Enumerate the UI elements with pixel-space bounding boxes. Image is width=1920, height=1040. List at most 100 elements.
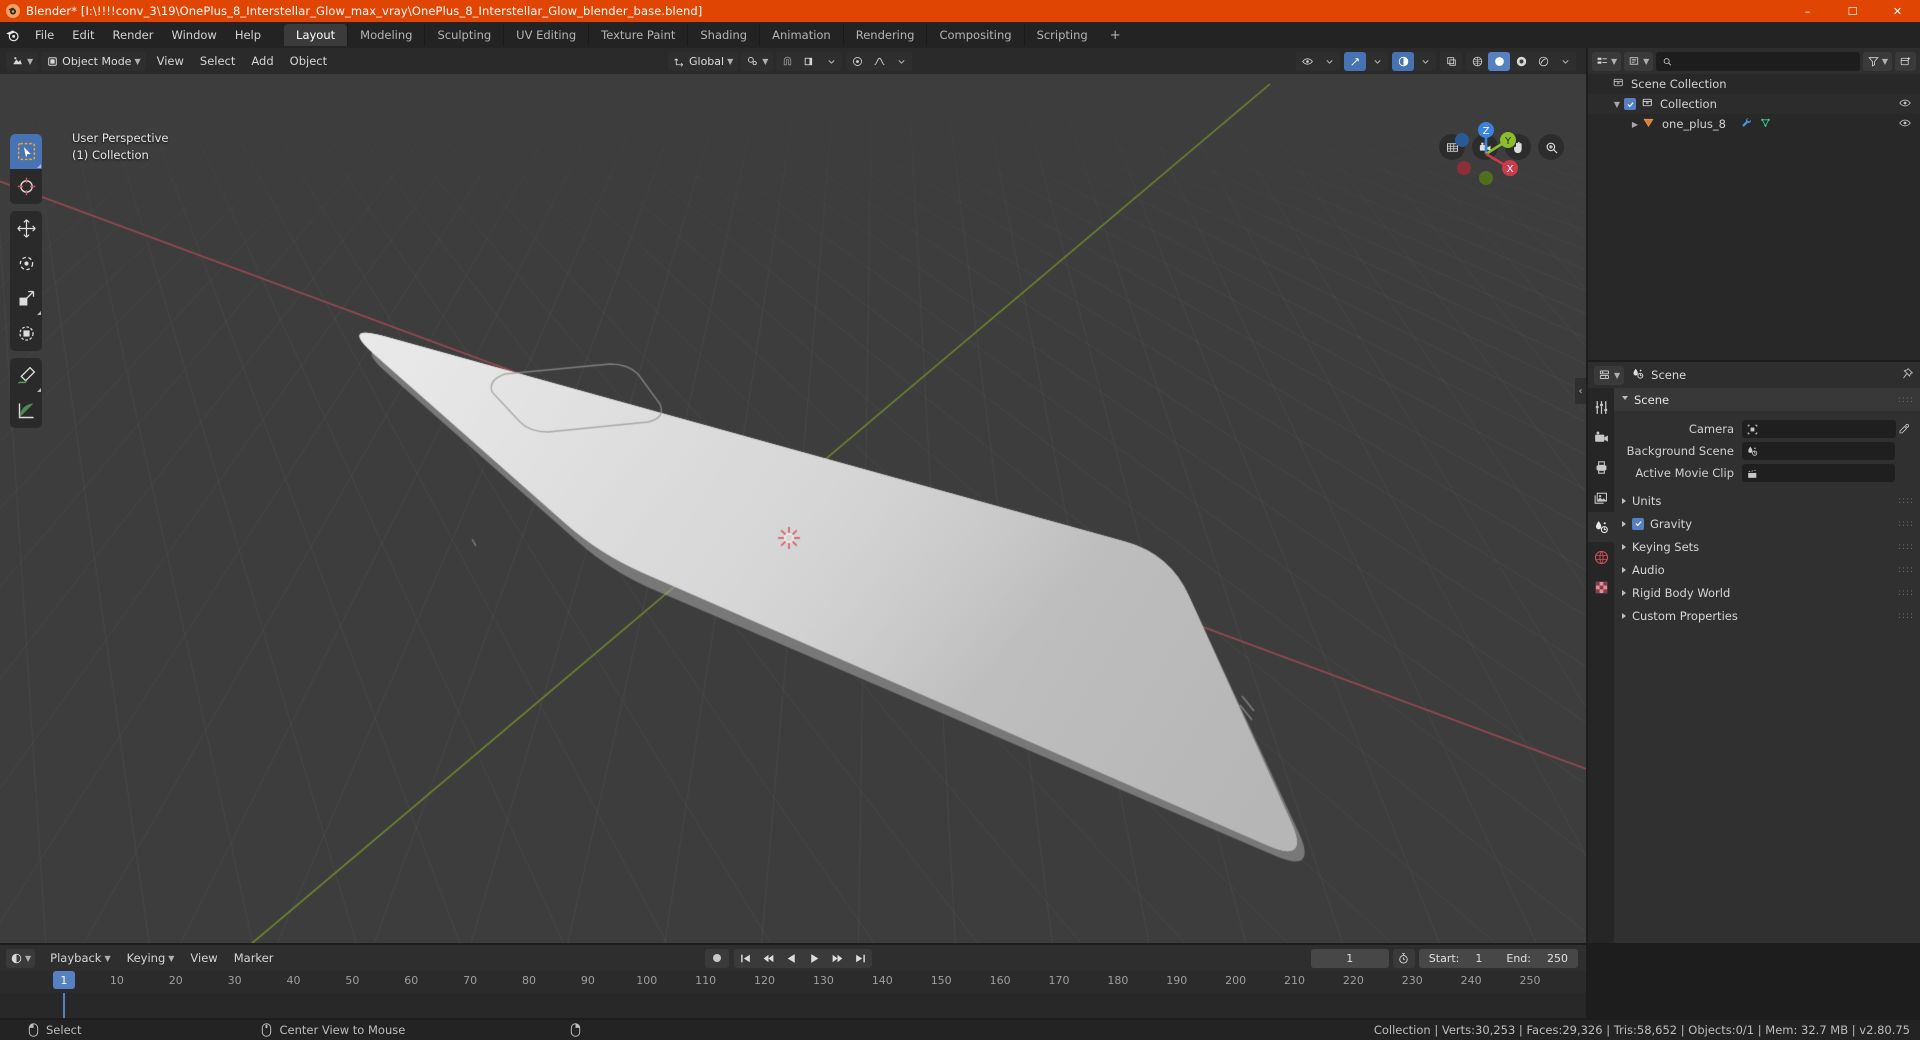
- editor-type-button[interactable]: ▼: [6, 948, 36, 968]
- jump-keyframe-next-icon[interactable]: [826, 949, 849, 968]
- menu-help[interactable]: Help: [226, 25, 270, 45]
- record-icon[interactable]: [705, 948, 729, 968]
- menu-edit[interactable]: Edit: [63, 25, 103, 45]
- blender-menu-icon[interactable]: [0, 22, 26, 48]
- object-types-visibility-icon[interactable]: [1296, 52, 1318, 71]
- proportional-edit-icon[interactable]: [846, 52, 868, 71]
- pin-icon[interactable]: [1900, 366, 1914, 385]
- gravity-checkbox[interactable]: [1632, 517, 1644, 530]
- timeline-track-area[interactable]: [0, 993, 1586, 1018]
- material-preview-shading-icon[interactable]: [1510, 52, 1532, 71]
- panel-keying-sets[interactable]: Keying Sets ::::: [1614, 535, 1920, 558]
- properties-tab-scene[interactable]: [1588, 512, 1614, 542]
- viewport-render[interactable]: [0, 74, 1586, 943]
- xray-icon[interactable]: [1440, 52, 1462, 71]
- stopwatch-icon[interactable]: [1392, 948, 1415, 968]
- object-mode-dropdown[interactable]: Object Mode ▼: [41, 51, 146, 71]
- outliner-row-scene-collection[interactable]: Scene Collection: [1588, 74, 1920, 94]
- chevron-down-icon[interactable]: [890, 52, 912, 71]
- workspace-tab-scripting[interactable]: Scripting: [1023, 24, 1100, 46]
- tool-measure[interactable]: [10, 393, 42, 428]
- timeline-ruler[interactable]: 1 10 20 30 40 50 60 70 80 90 100 110 120 130 140 150 16…: [0, 971, 1586, 993]
- workspace-tab-shading[interactable]: Shading: [687, 24, 759, 46]
- expand-toggle-object[interactable]: ▶: [1628, 120, 1642, 129]
- chevron-down-icon[interactable]: [1366, 52, 1388, 71]
- new-collection-button[interactable]: [1895, 51, 1916, 71]
- rendered-shading-icon[interactable]: [1532, 52, 1554, 71]
- viewport-menu-select[interactable]: Select: [192, 51, 243, 71]
- viewport-sidebar-toggle[interactable]: ‹: [1575, 378, 1586, 404]
- timeline-menu-playback[interactable]: Playback ▼: [43, 948, 117, 968]
- expand-toggle-collection[interactable]: ▼: [1610, 100, 1624, 109]
- play-reverse-icon[interactable]: [780, 949, 803, 968]
- navigation-gizmo[interactable]: Z Y X: [1448, 116, 1524, 192]
- current-frame-field[interactable]: 1: [1310, 948, 1389, 968]
- timeline-menu-marker[interactable]: Marker: [227, 948, 281, 968]
- workspace-tab-rendering[interactable]: Rendering: [842, 24, 927, 46]
- transform-orientation-dropdown[interactable]: Global ▼: [668, 51, 739, 71]
- tool-cursor[interactable]: [10, 169, 42, 204]
- filter-icon[interactable]: ▼: [1862, 51, 1892, 71]
- timeline-menu-view[interactable]: View: [183, 948, 224, 968]
- workspace-tab-sculpting[interactable]: Sculpting: [424, 24, 503, 46]
- collection-checkbox[interactable]: [1624, 98, 1636, 110]
- wireframe-shading-icon[interactable]: [1466, 52, 1488, 71]
- viewport-menu-view[interactable]: View: [149, 51, 192, 71]
- tool-select-box[interactable]: [10, 134, 42, 169]
- workspace-tab-compositing[interactable]: Compositing: [926, 24, 1023, 46]
- modifier-wrench-icon[interactable]: [1740, 116, 1753, 132]
- timeline-menu-keying[interactable]: Keying ▼: [120, 948, 182, 968]
- jump-keyframe-prev-icon[interactable]: [757, 949, 780, 968]
- outliner-search-input[interactable]: [1676, 54, 1854, 68]
- jump-to-start-icon[interactable]: [734, 949, 757, 968]
- close-button[interactable]: ✕: [1875, 0, 1920, 22]
- panel-audio[interactable]: Audio ::::: [1614, 558, 1920, 581]
- visibility-eye-icon[interactable]: [1898, 96, 1912, 113]
- tool-annotate[interactable]: [10, 358, 42, 393]
- panel-units[interactable]: Units ::::: [1614, 489, 1920, 512]
- chevron-down-icon[interactable]: [820, 52, 842, 71]
- solid-shading-icon[interactable]: [1488, 51, 1510, 71]
- menu-window[interactable]: Window: [162, 25, 225, 45]
- add-workspace-button[interactable]: +: [1100, 26, 1131, 45]
- viewport-menu-object[interactable]: Object: [282, 51, 335, 71]
- eyedropper-icon[interactable]: [1896, 423, 1912, 435]
- play-icon[interactable]: [803, 949, 826, 968]
- minimize-button[interactable]: –: [1785, 0, 1830, 22]
- tool-transform[interactable]: [10, 316, 42, 351]
- panel-rigid-body-world[interactable]: Rigid Body World ::::: [1614, 581, 1920, 604]
- workspace-tab-animation[interactable]: Animation: [759, 24, 843, 46]
- smooth-falloff-icon[interactable]: [868, 52, 890, 71]
- editor-type-button[interactable]: ▼: [1592, 51, 1622, 71]
- tool-move[interactable]: [10, 211, 42, 246]
- magnet-icon[interactable]: [776, 52, 798, 71]
- workspace-tab-layout[interactable]: Layout: [284, 24, 348, 46]
- properties-tab-render[interactable]: [1588, 422, 1614, 452]
- display-mode-dropdown[interactable]: ▼: [1624, 51, 1654, 71]
- 3d-viewport[interactable]: ▼ Object Mode ▼ View Select Add Object G…: [0, 48, 1586, 943]
- snap-target-dropdown[interactable]: ▼: [741, 51, 774, 71]
- jump-to-end-icon[interactable]: [849, 949, 872, 968]
- chevron-down-icon[interactable]: [1318, 52, 1340, 71]
- panel-gravity[interactable]: Gravity ::::: [1614, 512, 1920, 535]
- playhead[interactable]: 1: [52, 971, 75, 989]
- properties-tab-output[interactable]: [1588, 452, 1614, 482]
- mesh-data-icon[interactable]: [1759, 116, 1772, 132]
- overlays-icon[interactable]: [1392, 51, 1414, 71]
- workspace-tab-uv-editing[interactable]: UV Editing: [503, 24, 588, 46]
- gizmo-icon[interactable]: [1344, 51, 1366, 71]
- panel-scene[interactable]: Scene ::::: [1614, 388, 1920, 411]
- outliner-row-collection[interactable]: ▼ Collection: [1588, 94, 1920, 114]
- properties-tab-world[interactable]: [1588, 542, 1614, 572]
- tool-scale[interactable]: [10, 281, 42, 316]
- editor-type-button[interactable]: ▼: [1594, 365, 1625, 385]
- zoom-icon[interactable]: [1538, 134, 1564, 160]
- camera-field[interactable]: [1742, 420, 1896, 438]
- properties-tab-texture[interactable]: [1588, 572, 1614, 602]
- viewport-menu-add[interactable]: Add: [243, 51, 281, 71]
- outliner-row-one-plus-8[interactable]: ▶ one_plus_8: [1588, 114, 1920, 134]
- chevron-down-icon[interactable]: [1554, 52, 1576, 71]
- chevron-down-icon[interactable]: [1414, 52, 1436, 71]
- menu-file[interactable]: File: [26, 25, 63, 45]
- background-scene-field[interactable]: [1742, 442, 1895, 460]
